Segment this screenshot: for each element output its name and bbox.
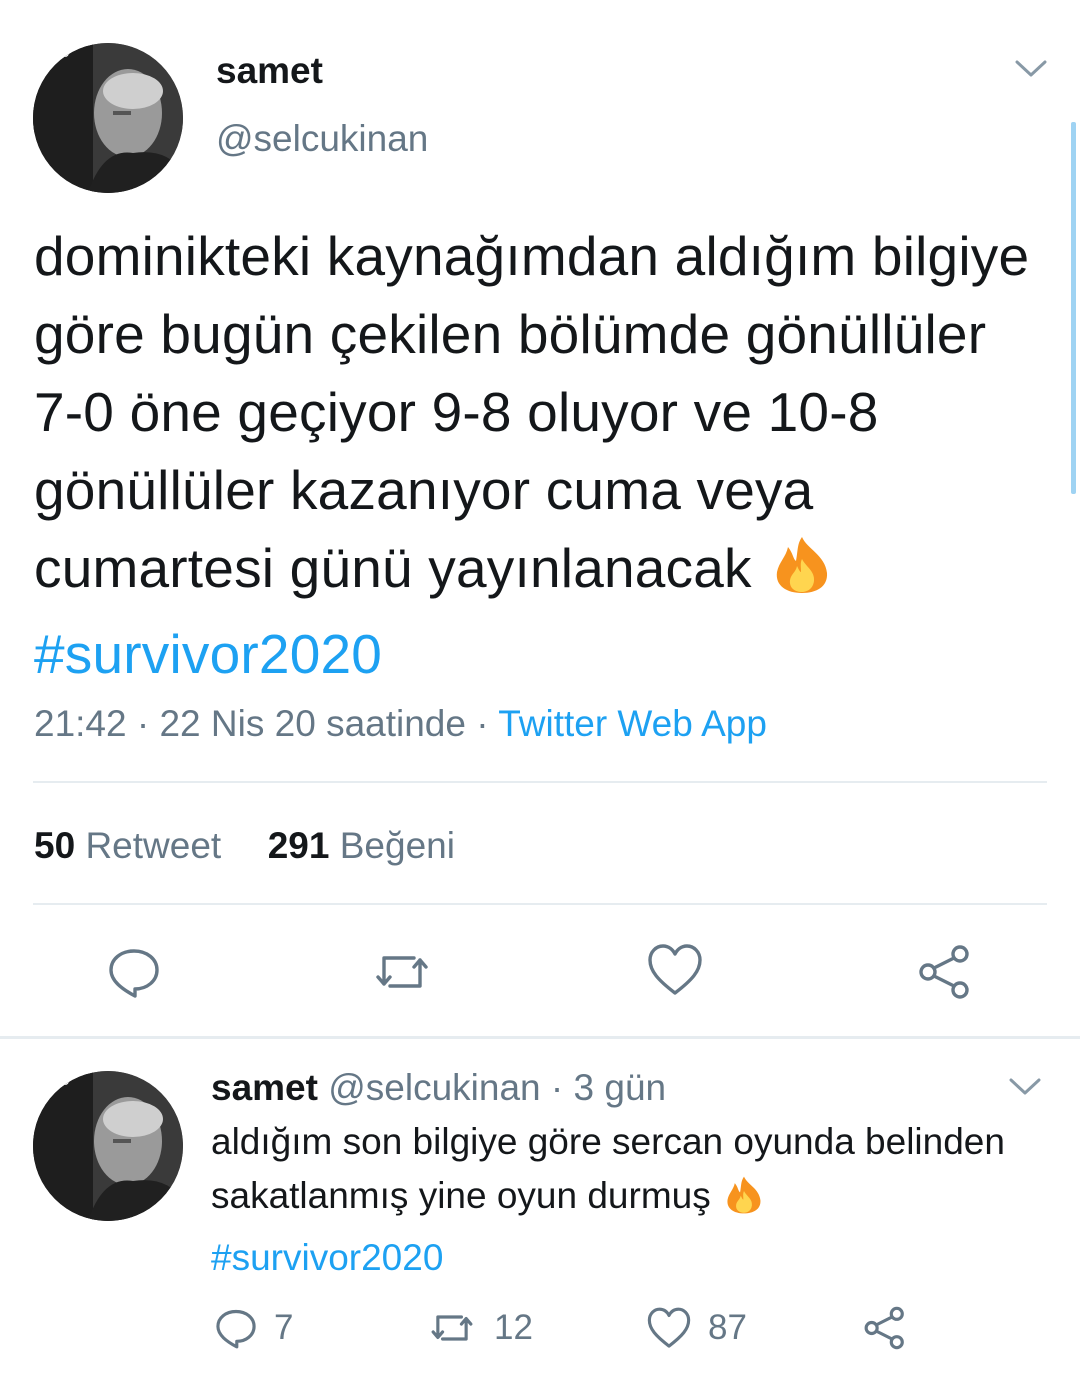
reply-reply-button[interactable]: 7 (214, 1306, 293, 1350)
reply-count: 7 (274, 1308, 294, 1347)
chevron-down-icon[interactable] (1013, 54, 1049, 89)
like-stat[interactable]: 291 Beğeni (268, 825, 455, 866)
reply-author-handle[interactable]: @selcukinan (328, 1067, 540, 1108)
divider (33, 903, 1047, 905)
meta-separator: · (136, 703, 160, 744)
tweet-stats: 50 Retweet 291 Beğeni (34, 825, 455, 867)
retweet-icon (431, 1315, 473, 1341)
author-handle[interactable]: @selcukinan (216, 118, 428, 160)
tweet-meta: 21:42 · 22 Nis 20 saatinde · Twitter Web… (34, 703, 767, 745)
meta-separator: · (476, 703, 499, 744)
share-icon (864, 1306, 904, 1350)
like-icon[interactable] (646, 942, 704, 1003)
author-avatar[interactable] (33, 43, 183, 193)
reply-icon (216, 1309, 256, 1349)
reply-body: aldığım son bilgiye göre sercan oyunda b… (211, 1121, 1005, 1216)
retweet-icon[interactable] (370, 944, 434, 1005)
reply-share-button[interactable] (862, 1306, 908, 1350)
fire-emoji-icon (721, 1174, 767, 1231)
retweet-stat[interactable]: 50 Retweet (34, 825, 221, 866)
reply-icon[interactable] (106, 944, 162, 1005)
section-divider (0, 1036, 1080, 1039)
tweet-date: 22 Nis 20 saatinde (159, 703, 466, 744)
reply-text: aldığım son bilgiye göre sercan oyunda b… (211, 1115, 1011, 1285)
share-icon[interactable] (916, 944, 974, 1005)
reply-author-avatar[interactable] (33, 1071, 183, 1221)
tweet-body: dominikteki kaynağımdan aldığım bilgiye … (34, 225, 1030, 599)
reply-hashtag-link[interactable]: #survivor2020 (211, 1237, 443, 1278)
author-name[interactable]: samet (216, 50, 323, 92)
like-icon (647, 1307, 691, 1348)
reply-retweet-button[interactable]: 12 (426, 1306, 533, 1350)
retweet-count: 12 (494, 1308, 533, 1347)
reply-chevron-down-icon[interactable] (1007, 1072, 1043, 1107)
reply-header: samet @selcukinan · 3 gün (211, 1067, 666, 1109)
fire-emoji-icon (767, 535, 837, 615)
hashtag-link[interactable]: #survivor2020 (34, 623, 382, 685)
like-count: 87 (708, 1308, 747, 1347)
reply-time: · 3 gün (550, 1067, 667, 1108)
source-link[interactable]: Twitter Web App (498, 703, 767, 744)
tweet-time: 21:42 (34, 703, 127, 744)
tweet-text: dominikteki kaynağımdan aldığım bilgiye … (34, 217, 1044, 693)
reply-like-button[interactable]: 87 (646, 1306, 747, 1350)
scrollbar[interactable] (1071, 122, 1076, 494)
reply-author-name[interactable]: samet (211, 1067, 318, 1108)
divider (33, 781, 1047, 783)
